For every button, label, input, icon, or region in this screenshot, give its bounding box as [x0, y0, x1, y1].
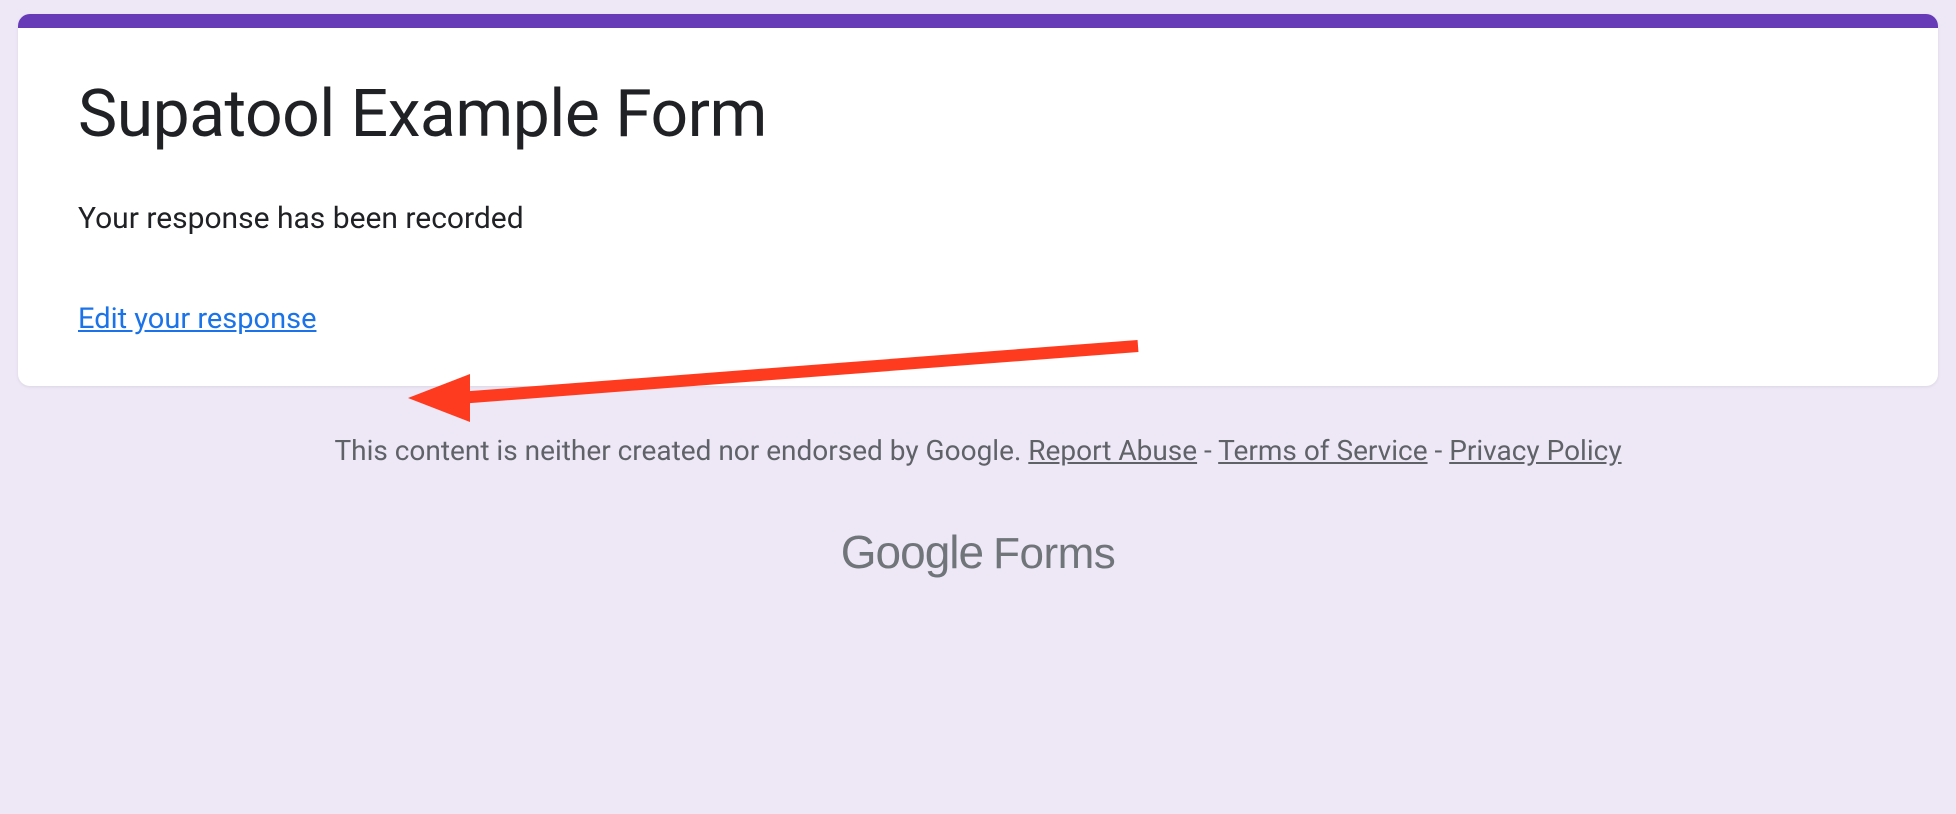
google-logo-text: Google: [841, 525, 983, 579]
confirmation-message: Your response has been recorded: [78, 201, 1878, 236]
terms-of-service-link[interactable]: Terms of Service: [1218, 434, 1427, 467]
privacy-policy-link[interactable]: Privacy Policy: [1449, 434, 1621, 467]
annotation-arrow-icon: [408, 326, 1148, 426]
google-forms-logo[interactable]: Google Forms: [841, 525, 1116, 579]
separator: -: [1428, 434, 1450, 467]
form-confirmation-card: Supatool Example Form Your response has …: [18, 14, 1938, 386]
form-title: Supatool Example Form: [78, 76, 1878, 153]
disclaimer-prefix: This content is neither created nor endo…: [334, 434, 1028, 467]
separator: -: [1197, 434, 1218, 467]
disclaimer-text: This content is neither created nor endo…: [18, 434, 1938, 467]
form-footer: This content is neither created nor endo…: [18, 434, 1938, 579]
forms-logo-text: Forms: [993, 529, 1115, 579]
edit-response-link[interactable]: Edit your response: [78, 302, 316, 336]
report-abuse-link[interactable]: Report Abuse: [1028, 434, 1197, 467]
